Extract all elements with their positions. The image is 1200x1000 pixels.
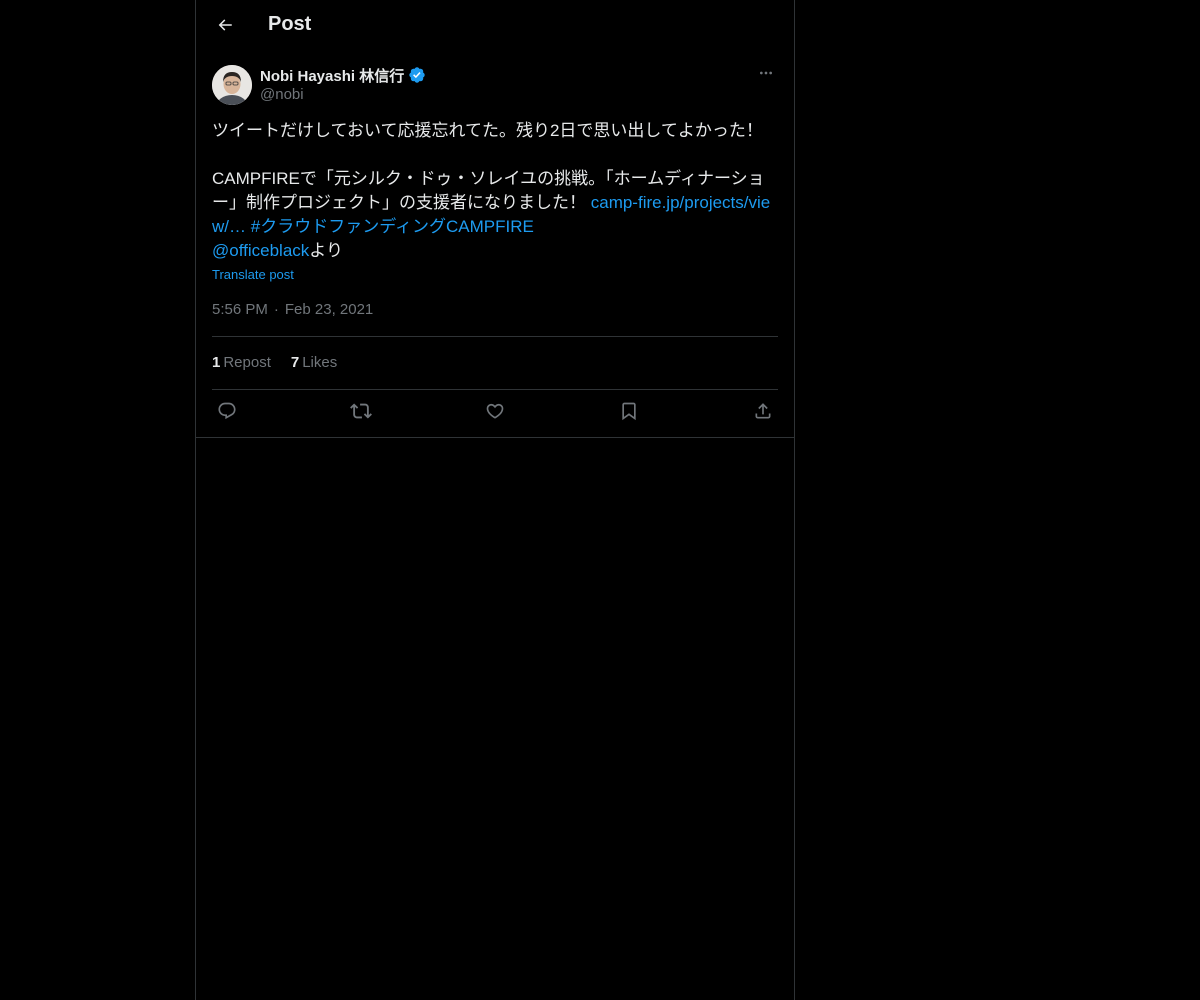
more-options-button[interactable] bbox=[754, 63, 778, 87]
post-timestamp[interactable]: 5:56 PM · Feb 23, 2021 bbox=[212, 301, 373, 318]
post-actions bbox=[212, 399, 778, 427]
bookmark-icon bbox=[619, 401, 639, 426]
post-bottom-border bbox=[196, 437, 794, 438]
like-icon bbox=[485, 401, 505, 426]
page-header: Post bbox=[196, 0, 794, 53]
author-name[interactable]: Nobi Hayashi 林信行 bbox=[260, 65, 404, 86]
reposts-stat[interactable]: 1 Repost bbox=[212, 354, 271, 371]
mention-link[interactable]: @officeblack bbox=[212, 241, 309, 260]
primary-column: Post Nobi Hayashi 林信行 @nobi ツイートだけしておいて応… bbox=[195, 0, 795, 1000]
post-time[interactable]: 5:56 PM bbox=[212, 301, 268, 318]
author-handle[interactable]: @nobi bbox=[260, 86, 426, 103]
reply-button[interactable] bbox=[213, 399, 241, 427]
reply-icon bbox=[217, 401, 237, 426]
author-block[interactable]: Nobi Hayashi 林信行 @nobi bbox=[260, 65, 426, 103]
hashtag-link[interactable]: #クラウドファンディングCAMPFIRE bbox=[251, 217, 534, 236]
reposts-count: 1 bbox=[212, 354, 221, 371]
arrow-left-icon bbox=[216, 16, 234, 39]
post-date[interactable]: Feb 23, 2021 bbox=[285, 301, 373, 318]
separator-dot: · bbox=[273, 301, 279, 318]
more-dots-icon bbox=[758, 65, 774, 86]
avatar[interactable] bbox=[212, 65, 252, 105]
likes-stat[interactable]: 7 Likes bbox=[291, 354, 337, 371]
share-icon bbox=[753, 401, 773, 426]
post-text-suffix: より bbox=[309, 241, 343, 260]
verified-badge-icon bbox=[408, 66, 426, 84]
divider bbox=[212, 336, 778, 337]
post-text-paragraph-2: CAMPFIREで「元シルク・ドゥ・ソレイユの挑戦。「ホームディナーショー」制作… bbox=[212, 167, 774, 263]
repost-button[interactable] bbox=[347, 399, 375, 427]
likes-count: 7 bbox=[290, 354, 300, 371]
reposts-label: Repost bbox=[223, 354, 271, 371]
repost-icon bbox=[350, 400, 372, 427]
bookmark-button[interactable] bbox=[615, 399, 643, 427]
post-text: ツイートだけしておいて応援忘れてた。残り2日で思い出してよかった！ CAMPFI… bbox=[212, 119, 774, 263]
post-text-line-1: ツイートだけしておいて応援忘れてた。残り2日で思い出してよかった！ bbox=[212, 121, 763, 140]
likes-label: Likes bbox=[302, 354, 338, 371]
translate-post-link[interactable]: Translate post bbox=[212, 267, 294, 282]
page-title: Post bbox=[268, 13, 312, 35]
divider bbox=[212, 389, 778, 390]
back-button[interactable] bbox=[208, 10, 242, 44]
share-button[interactable] bbox=[749, 399, 777, 427]
post-stats: 1 Repost 7 Likes bbox=[212, 354, 357, 371]
like-button[interactable] bbox=[481, 399, 509, 427]
